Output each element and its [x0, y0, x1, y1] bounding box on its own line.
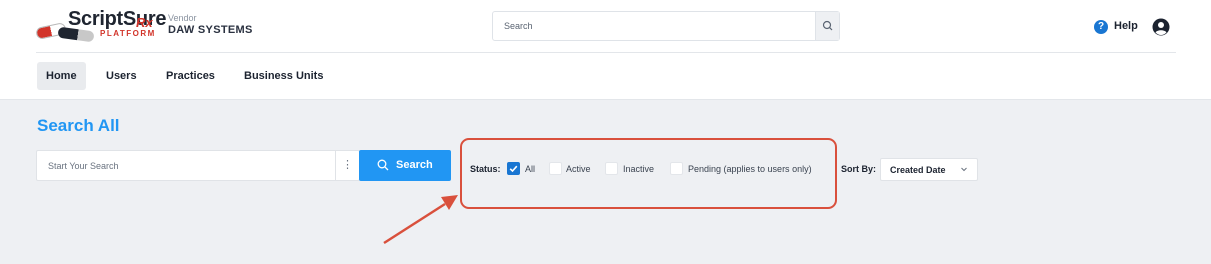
page-title: Search All — [37, 116, 120, 135]
more-options-icon[interactable]: ⋮ — [335, 151, 359, 180]
tab-business-units[interactable]: Business Units — [235, 62, 332, 90]
search-button-label: Search — [396, 159, 433, 171]
chevron-down-icon — [961, 167, 967, 172]
user-account-icon[interactable] — [1151, 17, 1171, 37]
tab-home[interactable]: Home — [37, 62, 86, 90]
header-search-input[interactable]: Search — [492, 11, 840, 41]
help-icon[interactable]: ? — [1094, 20, 1108, 34]
logo-rx: Rx — [136, 15, 153, 30]
nav-divider — [36, 52, 1176, 53]
vendor-name: DAW SYSTEMS — [168, 24, 253, 36]
logo-platform: PLATFORM — [100, 29, 156, 38]
sort-by-value: Created Date — [890, 165, 946, 175]
header-search-button[interactable] — [815, 12, 839, 40]
header-search-placeholder: Search — [504, 21, 533, 31]
search-button[interactable]: Search — [359, 150, 451, 181]
main-search-input[interactable]: Start Your Search ⋮ — [36, 150, 360, 181]
annotation-highlight-box — [460, 138, 837, 209]
search-icon — [377, 159, 389, 171]
search-icon — [822, 20, 833, 31]
vendor-label: Vendor — [168, 13, 197, 23]
sort-label: Sort By: — [841, 164, 877, 174]
sort-by-select[interactable]: Created Date — [880, 158, 978, 181]
tab-practices[interactable]: Practices — [157, 62, 224, 90]
header: ScriptSure Rx PLATFORM Vendor DAW SYSTEM… — [0, 0, 1211, 100]
tab-users[interactable]: Users — [97, 62, 146, 90]
main-search-placeholder: Start Your Search — [48, 161, 119, 171]
help-link[interactable]: Help — [1114, 20, 1138, 32]
scriptsure-logo[interactable]: ScriptSure Rx PLATFORM — [35, 8, 166, 43]
